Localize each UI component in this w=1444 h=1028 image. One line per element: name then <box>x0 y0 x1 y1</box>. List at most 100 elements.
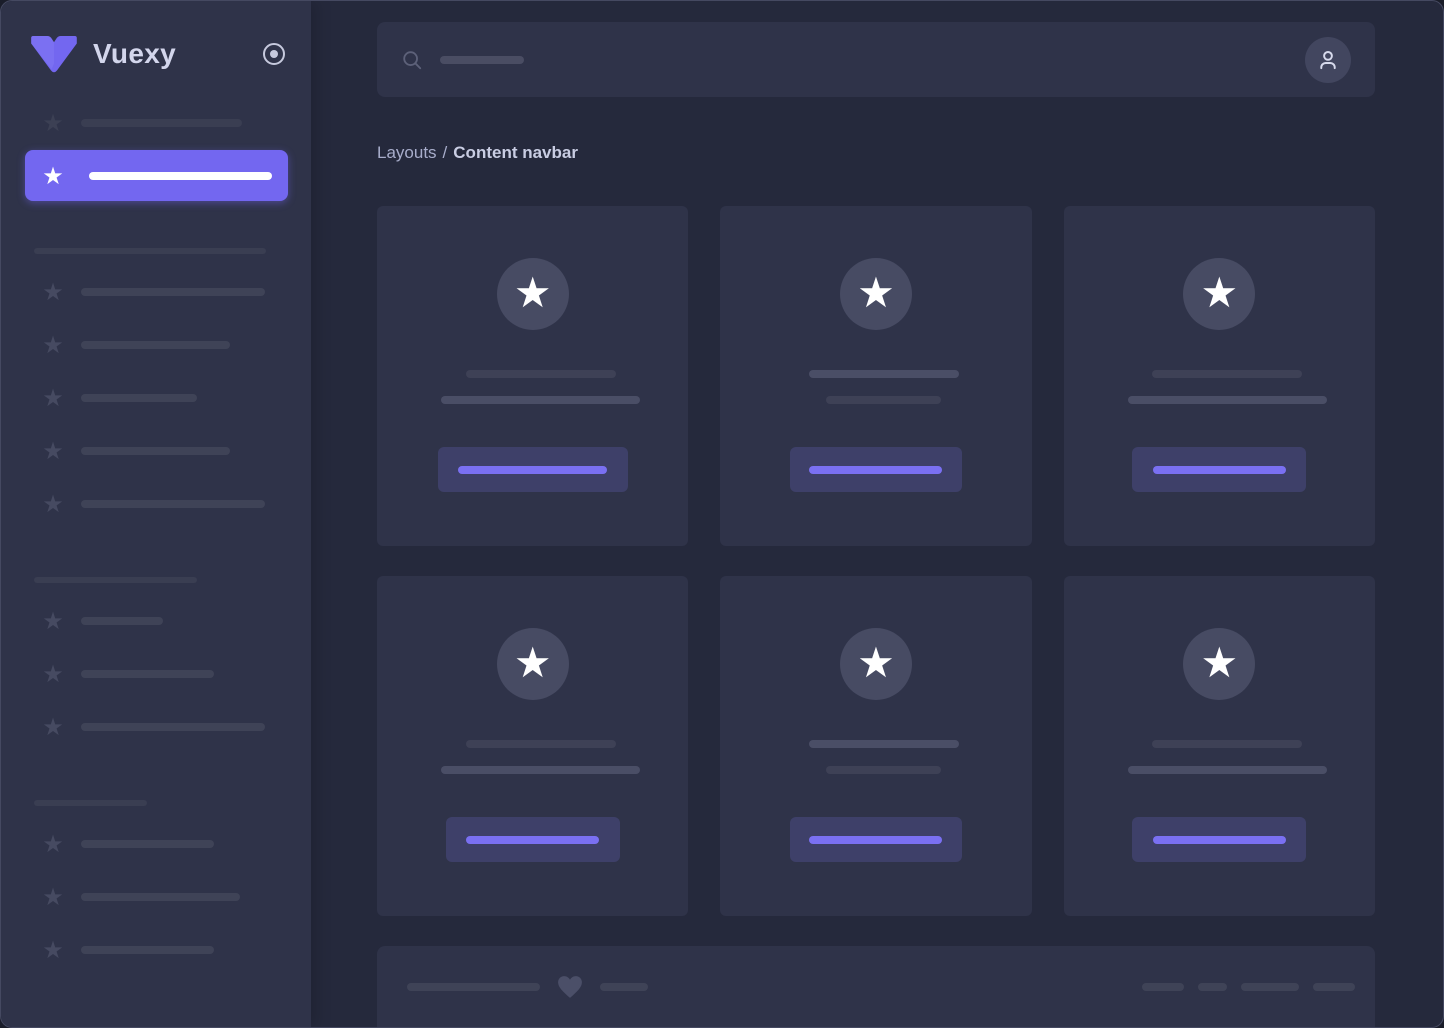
star-icon <box>41 609 65 633</box>
card-title-placeholder <box>466 370 616 378</box>
card-subtitle-placeholder <box>1128 766 1327 774</box>
card-avatar <box>840 258 912 330</box>
menu-pin-toggle[interactable] <box>263 43 285 65</box>
sidebar: Vuexy <box>1 1 311 1027</box>
card-avatar <box>1183 258 1255 330</box>
brand[interactable]: Vuexy <box>1 30 311 78</box>
card <box>377 206 688 546</box>
card-button[interactable] <box>438 447 628 492</box>
footer-text-placeholder <box>600 983 648 991</box>
sidebar-item[interactable] <box>1 371 311 424</box>
star-icon <box>41 832 65 856</box>
user-menu-button[interactable] <box>1305 37 1351 83</box>
menu-label-placeholder <box>89 172 272 180</box>
sidebar-item[interactable] <box>1 594 311 647</box>
star-icon <box>41 111 65 135</box>
card <box>720 206 1031 546</box>
card-title-placeholder <box>1152 370 1302 378</box>
card-button[interactable] <box>446 817 620 862</box>
search-icon <box>401 49 423 71</box>
menu-label-placeholder <box>81 119 242 127</box>
menu-label-placeholder <box>81 447 230 455</box>
sidebar-section-header <box>1 566 311 594</box>
menu-label-placeholder <box>81 341 230 349</box>
button-label-placeholder <box>466 836 599 844</box>
star-icon <box>857 642 895 687</box>
sidebar-item[interactable] <box>1 923 311 976</box>
sidebar-item[interactable] <box>1 870 311 923</box>
card-button[interactable] <box>1132 447 1306 492</box>
card-title-placeholder <box>466 740 616 748</box>
button-label-placeholder <box>458 466 607 474</box>
card <box>1064 206 1375 546</box>
menu-label-placeholder <box>81 500 265 508</box>
navbar-search[interactable] <box>401 49 524 71</box>
button-label-placeholder <box>1153 836 1286 844</box>
menu-label-placeholder <box>81 394 197 402</box>
footer-links <box>1142 974 1355 1000</box>
top-navbar <box>377 22 1375 97</box>
section-title-placeholder <box>34 248 266 254</box>
star-icon <box>1201 642 1239 687</box>
sidebar-item-active[interactable] <box>25 150 288 201</box>
vuexy-logo-icon <box>29 35 79 73</box>
footer-text-placeholder <box>407 983 540 991</box>
card-subtitle-placeholder <box>826 766 941 774</box>
star-icon <box>41 492 65 516</box>
sidebar-item[interactable] <box>1 424 311 477</box>
sidebar-item[interactable] <box>1 647 311 700</box>
card-subtitle-placeholder <box>1128 396 1327 404</box>
sidebar-item[interactable] <box>1 318 311 371</box>
menu-label-placeholder <box>81 840 214 848</box>
card-title-placeholder <box>809 370 959 378</box>
sidebar-item[interactable] <box>1 817 311 870</box>
card-avatar <box>497 258 569 330</box>
button-label-placeholder <box>809 836 942 844</box>
card <box>720 576 1031 916</box>
breadcrumb-current: Content navbar <box>453 143 578 162</box>
search-placeholder <box>440 56 524 64</box>
breadcrumb-link-layouts[interactable]: Layouts <box>377 143 437 162</box>
card-title-placeholder <box>809 740 959 748</box>
footer-link-placeholder[interactable] <box>1198 983 1227 991</box>
sidebar-item[interactable] <box>1 265 311 318</box>
footer <box>377 946 1375 1027</box>
card <box>1064 576 1375 916</box>
star-icon <box>41 662 65 686</box>
star-icon <box>41 885 65 909</box>
card-button[interactable] <box>790 817 962 862</box>
sidebar-item[interactable] <box>1 477 311 530</box>
star-icon <box>41 938 65 962</box>
card-title-placeholder <box>1152 740 1302 748</box>
sidebar-item[interactable] <box>1 96 311 149</box>
star-icon <box>1201 272 1239 317</box>
menu-label-placeholder <box>81 723 265 731</box>
star-icon <box>41 164 65 188</box>
button-label-placeholder <box>1153 466 1286 474</box>
sidebar-item[interactable] <box>1 700 311 753</box>
section-title-placeholder <box>34 800 147 806</box>
menu-label-placeholder <box>81 670 214 678</box>
card-avatar <box>497 628 569 700</box>
cards-grid <box>377 206 1375 916</box>
footer-link-placeholder[interactable] <box>1313 983 1355 991</box>
star-icon <box>857 272 895 317</box>
menu-label-placeholder <box>81 288 265 296</box>
heart-icon <box>557 975 583 999</box>
card-button[interactable] <box>1132 817 1306 862</box>
star-icon <box>41 333 65 357</box>
card-button[interactable] <box>790 447 962 492</box>
footer-link-placeholder[interactable] <box>1241 983 1299 991</box>
footer-link-placeholder[interactable] <box>1142 983 1184 991</box>
menu-label-placeholder <box>81 617 163 625</box>
star-icon <box>41 439 65 463</box>
star-icon <box>41 280 65 304</box>
star-icon <box>514 642 552 687</box>
star-icon <box>41 386 65 410</box>
main-content: Layouts/Content navbar <box>311 1 1443 1027</box>
footer-left <box>407 974 648 1000</box>
card-subtitle-placeholder <box>441 766 640 774</box>
app-window: Vuexy <box>0 0 1444 1028</box>
section-title-placeholder <box>34 577 197 583</box>
menu-label-placeholder <box>81 946 214 954</box>
